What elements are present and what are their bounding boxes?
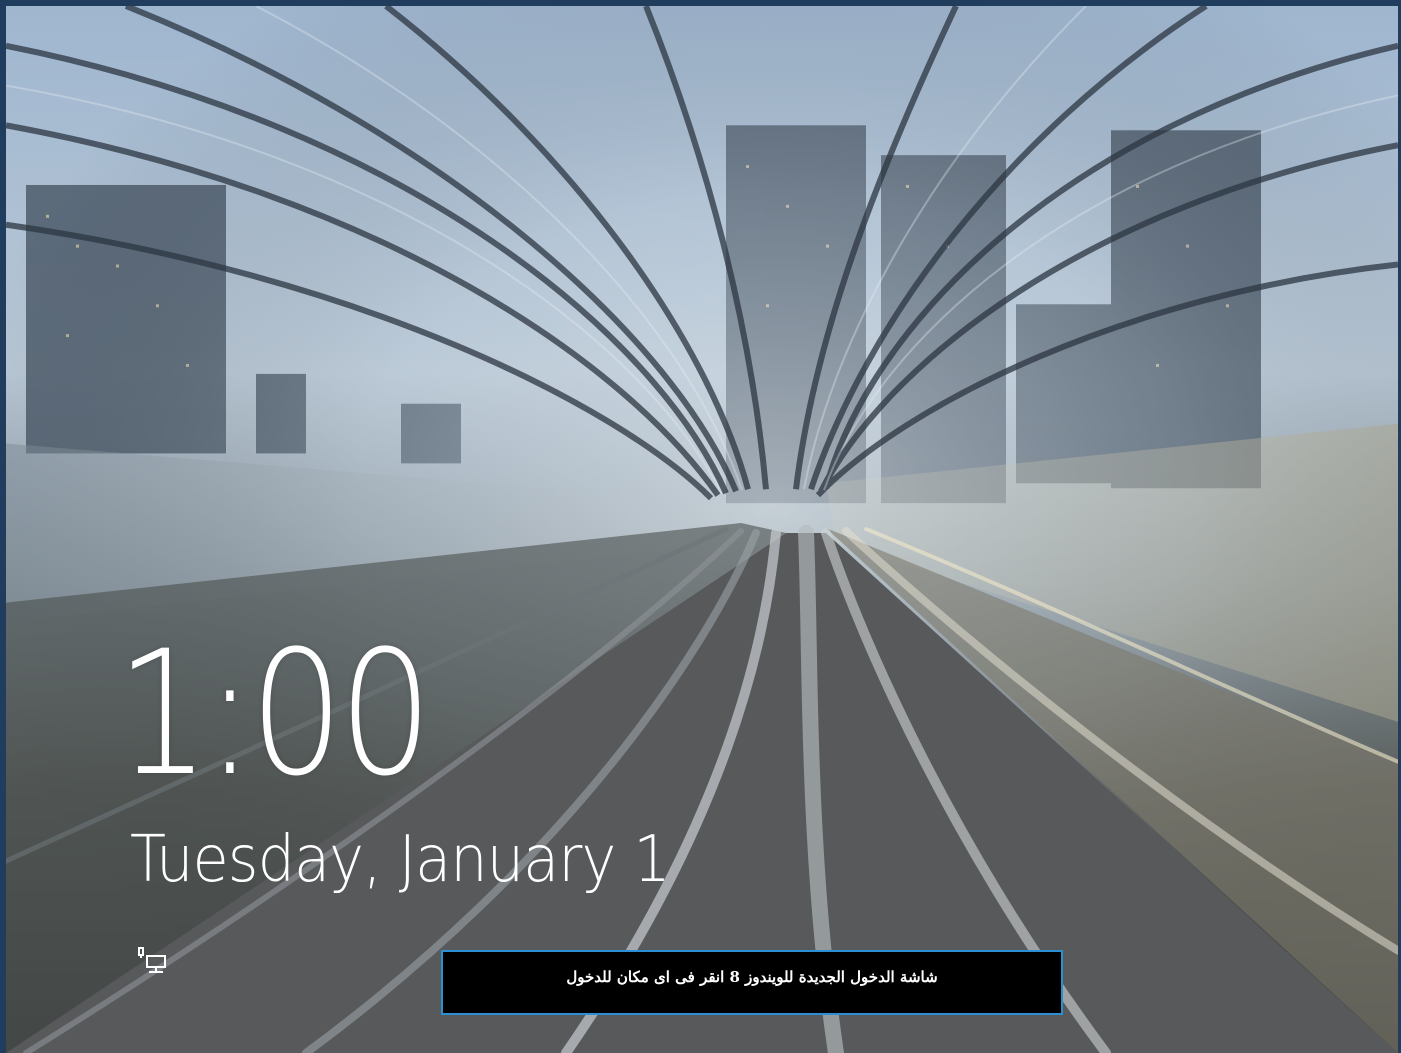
caption-text: شاشة الدخول الجديدة للويندوز 8 انقر فى ا… xyxy=(566,968,938,986)
network-wired-icon[interactable] xyxy=(134,946,174,978)
lock-screen-time: 1:00 xyxy=(116,613,433,814)
lock-screen-date: Tuesday, January 1 xyxy=(130,823,671,897)
lock-screen[interactable]: 1:00 Tuesday, January 1 شاشة الدخول الجد… xyxy=(0,0,1401,1053)
caption-box: شاشة الدخول الجديدة للويندوز 8 انقر فى ا… xyxy=(441,950,1063,1015)
